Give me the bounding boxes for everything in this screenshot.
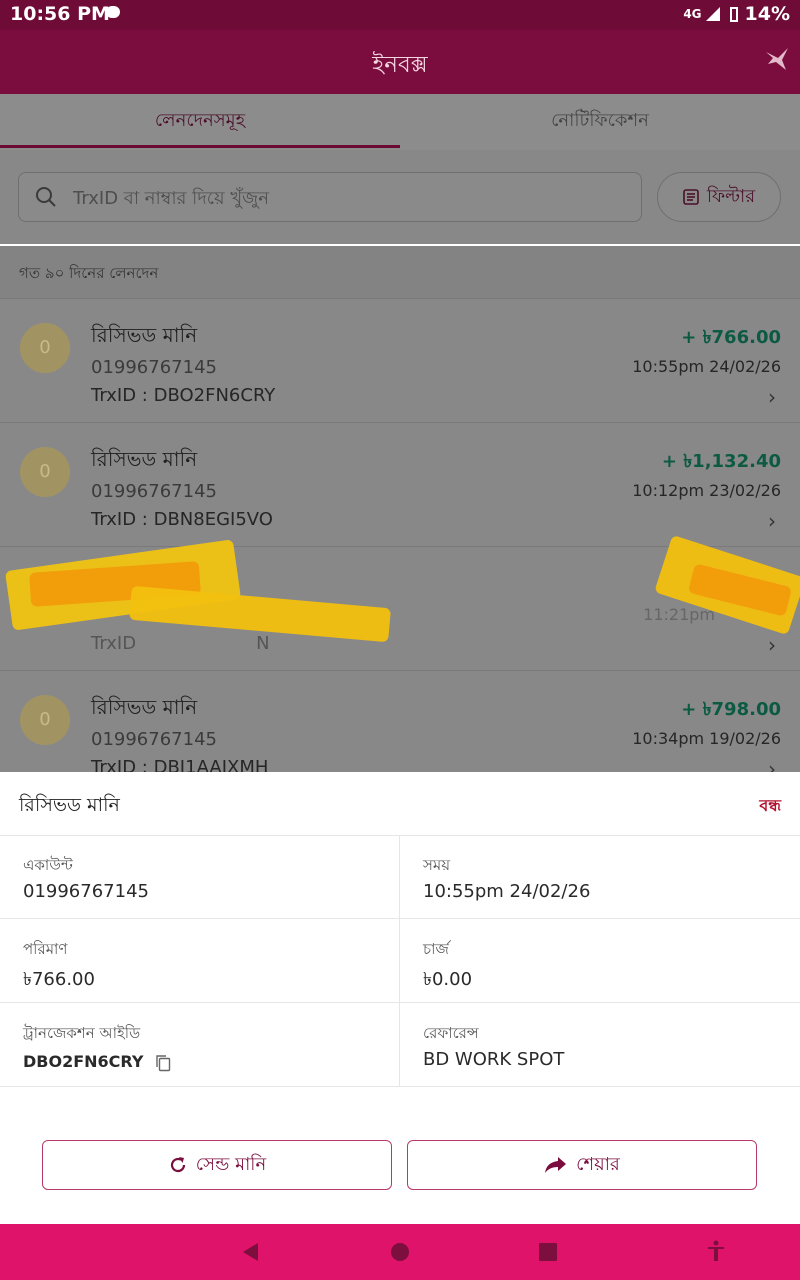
search-input[interactable] <box>71 183 615 213</box>
reference-label: রেফারেন্স <box>423 1024 479 1042</box>
transaction-phone: 01996767145 <box>91 481 217 502</box>
share-label: শেয়ার <box>576 1153 620 1175</box>
page-title: ইনবক্স <box>372 52 428 78</box>
app-bar: ইনবক্স <box>0 30 800 94</box>
back-icon[interactable] <box>240 1241 260 1263</box>
search-icon <box>36 187 56 207</box>
trxid-cell: ট্রানজেকশন আইডি DBO2FN6CRY <box>0 1003 400 1087</box>
tab-notifications[interactable]: নোটিফিকেশন <box>400 94 800 150</box>
transaction-time: 10:55pm 24/02/26 <box>632 357 781 376</box>
transaction-title: রিসিভড মানি <box>91 323 198 347</box>
amount-label: পরিমাণ <box>23 940 68 958</box>
share-button[interactable]: শেয়ার <box>407 1140 757 1190</box>
filter-icon <box>683 189 699 205</box>
time-cell: সময় 10:55pm 24/02/26 <box>400 835 800 919</box>
signal-icon <box>705 7 720 21</box>
status-time: 10:56 PM <box>10 3 110 25</box>
detail-header: রিসিভড মানি বন্ধ <box>0 772 800 836</box>
amount-cell: পরিমাণ ৳766.00 <box>0 919 400 1003</box>
chevron-right-icon[interactable]: › <box>768 385 776 409</box>
close-button[interactable]: বন্ধ <box>759 793 781 820</box>
trxid-value: DBO2FN6CRY <box>23 1052 144 1071</box>
chevron-right-icon[interactable]: › <box>768 633 776 657</box>
transaction-row[interactable]: 0 রিসিভড মানি 01996767145 TrxID : DBN8EG… <box>0 422 800 547</box>
transaction-amount: + ৳798.00 <box>681 699 781 720</box>
transaction-title: রিসিভড মানি <box>91 695 198 719</box>
send-money-label: সেন্ড মানি <box>195 1153 267 1175</box>
transaction-trxid: TrxID : DBJ1AAJXMH <box>91 757 269 772</box>
charge-value: ৳0.00 <box>423 969 473 990</box>
accessibility-icon[interactable] <box>706 1240 726 1262</box>
time-value: 10:55pm 24/02/26 <box>423 881 591 902</box>
transaction-row[interactable]: 0 রিসিভড মানি 01996767145 TrxID : DBJ1AA… <box>0 670 800 772</box>
bird-icon[interactable] <box>764 46 790 72</box>
trxid-label: ট্রানজেকশন আইডি <box>23 1024 141 1042</box>
trxid-row: DBO2FN6CRY <box>23 1052 171 1072</box>
transaction-trxid: TrxID N <box>91 633 270 654</box>
message-icon <box>106 6 120 18</box>
recents-icon[interactable] <box>539 1243 557 1261</box>
refresh-icon <box>170 1157 185 1173</box>
tab-transactions[interactable]: লেনদেনসমূহ <box>0 94 400 150</box>
transaction-row[interactable]: 0 রিসিভড মানি 01996767145 TrxID : DBO2FN… <box>0 298 800 423</box>
account-cell: একাউন্ট 01996767145 <box>0 835 400 919</box>
amount-value: ৳766.00 <box>23 969 95 990</box>
send-money-button[interactable]: সেন্ড মানি <box>42 1140 392 1190</box>
section-label: গত ৯০ দিনের লেনদেন <box>19 264 159 282</box>
battery-level: 14% <box>744 3 790 25</box>
status-bar: 10:56 PM 4G 14% <box>0 0 800 30</box>
search-row: ফিল্টার <box>0 150 800 244</box>
filter-label: ফিল্টার <box>706 185 756 207</box>
detail-sheet: রিসিভড মানি বন্ধ একাউন্ট 01996767145 সময… <box>0 772 800 1224</box>
account-label: একাউন্ট <box>23 856 73 874</box>
copy-icon[interactable] <box>155 1054 171 1072</box>
reference-value: BD WORK SPOT <box>423 1049 565 1070</box>
transaction-trxid: TrxID : DBO2FN6CRY <box>91 385 276 406</box>
section-header: গত ৯০ দিনের লেনদেন <box>0 246 800 298</box>
transaction-row-redacted[interactable]: TrxID N 11:21pm › <box>0 534 800 671</box>
home-icon[interactable] <box>390 1242 410 1262</box>
reference-cell: রেফারেন্স BD WORK SPOT <box>400 1003 800 1087</box>
account-value: 01996767145 <box>23 881 149 902</box>
filter-button[interactable]: ফিল্টার <box>657 172 781 222</box>
battery-icon <box>729 6 738 22</box>
chevron-right-icon[interactable]: › <box>768 757 776 772</box>
detail-title: রিসিভড মানি <box>19 794 120 816</box>
chevron-right-icon[interactable]: › <box>768 509 776 533</box>
transaction-trxid: TrxID : DBN8EGI5VO <box>91 509 273 530</box>
transaction-phone: 01996767145 <box>91 729 217 750</box>
time-label: সময় <box>423 856 451 874</box>
system-nav-bar <box>0 1224 800 1280</box>
transaction-time: 10:34pm 19/02/26 <box>632 729 781 748</box>
transaction-title: রিসিভড মানি <box>91 447 198 471</box>
network-label: 4G <box>683 7 702 21</box>
share-arrow-icon <box>545 1157 567 1173</box>
transaction-phone: 01996767145 <box>91 357 217 378</box>
search-box[interactable] <box>18 172 642 222</box>
transaction-amount: + ৳766.00 <box>681 327 781 348</box>
transaction-list: 0 রিসিভড মানি 01996767145 TrxID : DBO2FN… <box>0 298 800 772</box>
avatar: 0 <box>20 695 70 745</box>
avatar: 0 <box>20 323 70 373</box>
charge-label: চার্জ <box>423 940 449 958</box>
transaction-amount: + ৳1,132.40 <box>661 451 781 472</box>
tab-bar: লেনদেনসমূহ নোটিফিকেশন <box>0 94 800 150</box>
transaction-time: 10:12pm 23/02/26 <box>632 481 781 500</box>
avatar: 0 <box>20 447 70 497</box>
charge-cell: চার্জ ৳0.00 <box>400 919 800 1003</box>
